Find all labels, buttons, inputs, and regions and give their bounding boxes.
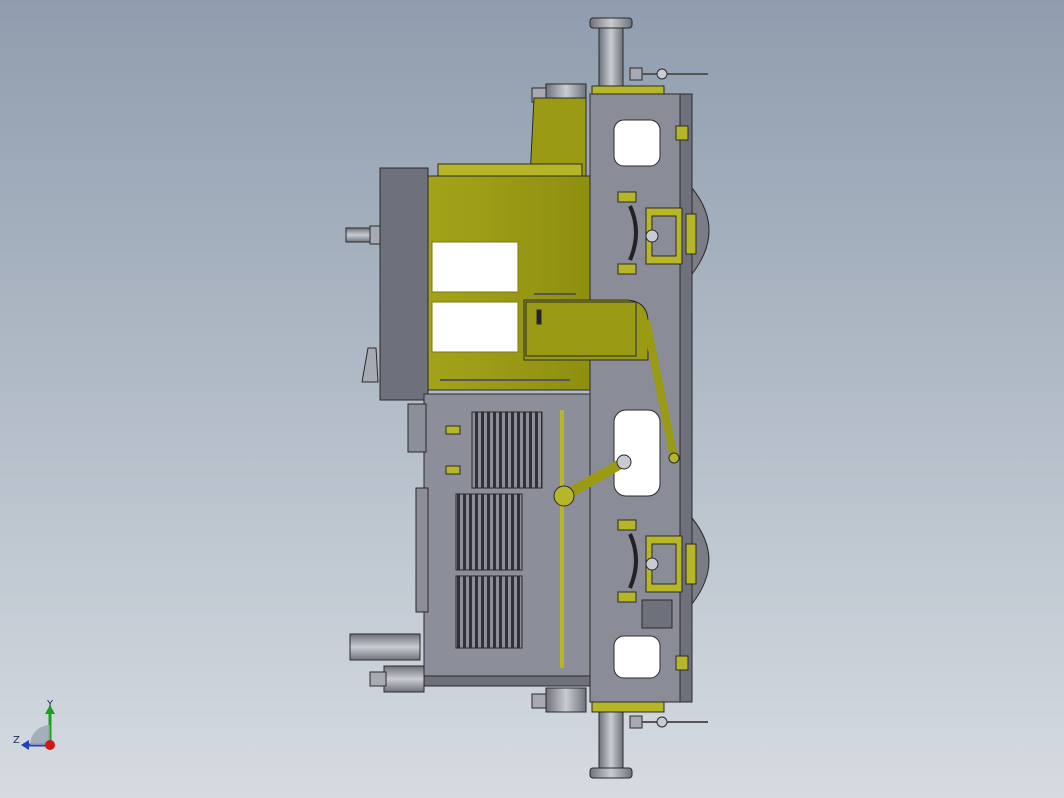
radiator-grille-bottom bbox=[455, 575, 523, 649]
radiator-grille-top bbox=[471, 411, 543, 489]
engine-hood[interactable] bbox=[407, 393, 591, 687]
triad-z-label: Z bbox=[13, 735, 20, 746]
main-frame[interactable] bbox=[589, 93, 693, 703]
frame-cutout-bottom bbox=[613, 635, 661, 679]
radiator-grille-middle bbox=[455, 493, 523, 571]
triad-x-axis bbox=[45, 740, 55, 750]
cab-window-lower bbox=[431, 301, 519, 353]
frame-cutout-top bbox=[613, 119, 661, 167]
frame-cutout-middle bbox=[613, 409, 661, 497]
triad-y-label: Y bbox=[47, 699, 54, 710]
cad-viewport[interactable] bbox=[0, 0, 1064, 798]
cab-window-upper bbox=[431, 241, 519, 293]
